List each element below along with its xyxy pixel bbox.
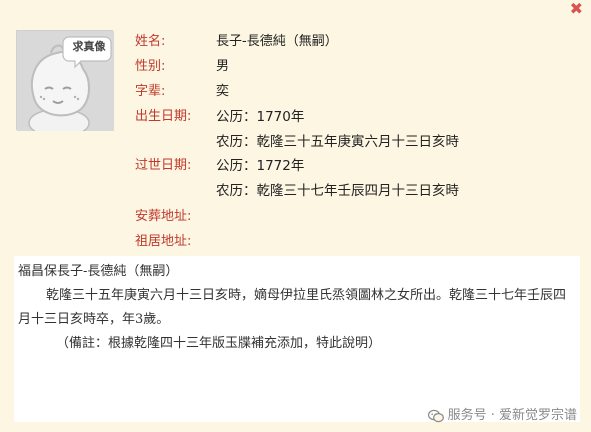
gender-label: 性别: bbox=[135, 59, 166, 74]
birth-label: 出生日期: bbox=[135, 109, 192, 124]
watermark-text: 服务号 · 爱新觉罗宗谱 bbox=[447, 408, 577, 423]
generation-value: 奕 bbox=[216, 84, 230, 99]
description-note: （備註：根據乾隆四十三年版玉牒補充添加，特此說明） bbox=[56, 336, 382, 351]
avatar: 求真像 bbox=[16, 30, 114, 131]
death-lunar: 农历：乾隆三十七年壬辰四月十三日亥時 bbox=[216, 183, 459, 199]
wechat-icon bbox=[427, 409, 444, 423]
death-gregorian: 公历：1772年 bbox=[216, 158, 305, 174]
description-panel: 福昌保長子-長德純（無嗣） 乾隆三十五年庚寅六月十三日亥時，嫡母伊拉里氏烝領圖林… bbox=[14, 256, 580, 422]
birth-lunar: 农历：乾隆三十五年庚寅六月十三日亥時 bbox=[216, 134, 459, 150]
gender-value: 男 bbox=[216, 59, 230, 74]
description-heading: 福昌保長子-長德純（無嗣） bbox=[18, 264, 179, 279]
description-body: 乾隆三十五年庚寅六月十三日亥時，嫡母伊拉里氏烝領圖林之女所出。乾隆三十七年壬辰四… bbox=[18, 288, 567, 327]
name-value: 長子-長德純（無嗣） bbox=[216, 34, 338, 49]
generation-label: 字辈: bbox=[135, 84, 166, 99]
name-label: 姓名: bbox=[135, 34, 166, 49]
death-label: 过世日期: bbox=[135, 158, 192, 173]
birth-gregorian: 公历：1770年 bbox=[216, 109, 305, 125]
avatar-placeholder-text: 求真像 bbox=[72, 40, 106, 53]
close-icon[interactable]: ✖ bbox=[570, 0, 583, 18]
ancestral-label: 祖居地址: bbox=[135, 234, 192, 249]
burial-label: 安葬地址: bbox=[135, 209, 192, 224]
watermark: 服务号 · 爱新觉罗宗谱 bbox=[427, 408, 577, 424]
